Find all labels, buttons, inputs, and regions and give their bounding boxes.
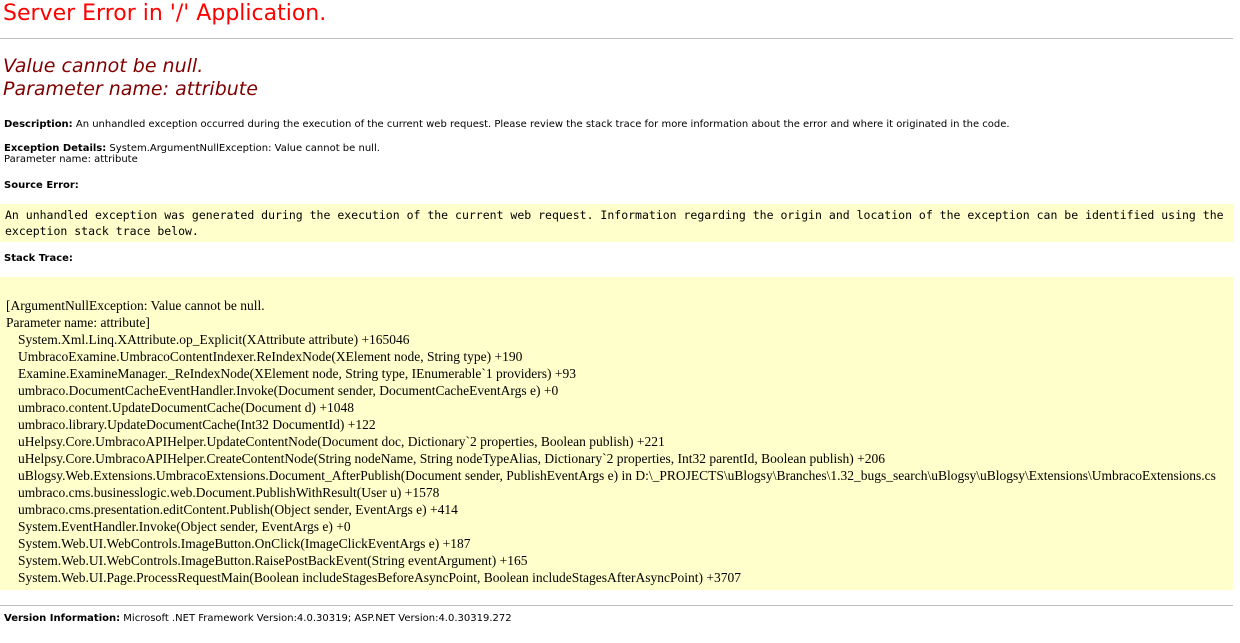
version-information-label: Version Information:	[4, 613, 121, 624]
stack-frame: umbraco.library.UpdateDocumentCache(Int3…	[18, 417, 376, 432]
version-divider	[0, 605, 1233, 606]
stack-frame: System.Web.UI.Page.ProcessRequestMain(Bo…	[18, 570, 742, 585]
error-message: Value cannot be null. Parameter name: at…	[3, 55, 258, 101]
exception-details-parameter: Parameter name: attribute	[4, 154, 138, 165]
stack-frame: System.Xml.Linq.XAttribute.op_Explicit(X…	[18, 332, 410, 347]
description-label: Description:	[4, 119, 73, 130]
stack-frame: uHelpsy.Core.UmbracoAPIHelper.CreateCont…	[18, 451, 885, 466]
exception-details-section: Exception Details: System.ArgumentNullEx…	[4, 143, 380, 165]
stack-trace-label: Stack Trace:	[4, 253, 73, 264]
stack-frame: umbraco.content.UpdateDocumentCache(Docu…	[18, 400, 355, 415]
stack-trace-section: Stack Trace:	[4, 253, 73, 264]
title-divider	[0, 38, 1233, 39]
version-information-text: Microsoft .NET Framework Version:4.0.303…	[120, 613, 512, 624]
error-message-line-2: Parameter name: attribute	[3, 78, 258, 100]
description-section: Description: An unhandled exception occu…	[4, 119, 1010, 130]
stack-frame: Examine.ExamineManager._ReIndexNode(XEle…	[18, 366, 576, 381]
stack-frame: System.Web.UI.WebControls.ImageButton.Ra…	[18, 553, 528, 568]
description-text: An unhandled exception occurred during t…	[72, 119, 1010, 130]
source-error-section: Source Error:	[4, 180, 79, 191]
stack-trace-box: [ArgumentNullException: Value cannot be …	[0, 277, 1233, 590]
page-title: Server Error in '/' Application.	[3, 1, 327, 26]
stack-frame: System.EventHandler.Invoke(Object sender…	[18, 519, 351, 534]
stack-trace-header-line: Parameter name: attribute]	[6, 315, 150, 330]
stack-frame: umbraco.DocumentCacheEventHandler.Invoke…	[18, 383, 559, 398]
version-information: Version Information: Microsoft .NET Fram…	[4, 613, 512, 624]
stack-frame: umbraco.cms.businesslogic.web.Document.P…	[18, 485, 440, 500]
exception-details-text: System.ArgumentNullException: Value cann…	[106, 143, 380, 154]
stack-frame: UmbracoExamine.UmbracoContentIndexer.ReI…	[18, 349, 523, 364]
error-message-line-1: Value cannot be null.	[3, 55, 204, 77]
stack-trace-header-line: [ArgumentNullException: Value cannot be …	[6, 298, 265, 313]
stack-frame: uBlogsy.Web.Extensions.UmbracoExtensions…	[18, 468, 1216, 483]
stack-trace-lines: [ArgumentNullException: Value cannot be …	[6, 297, 1216, 586]
stack-frame: System.Web.UI.WebControls.ImageButton.On…	[18, 536, 471, 551]
error-page: Server Error in '/' Application. Value c…	[0, 0, 1240, 643]
source-error-box: An unhandled exception was generated dur…	[0, 204, 1234, 242]
stack-frame: uHelpsy.Core.UmbracoAPIHelper.UpdateCont…	[18, 434, 665, 449]
exception-details-label: Exception Details:	[4, 143, 107, 154]
stack-frame: umbraco.cms.presentation.editContent.Pub…	[18, 502, 458, 517]
source-error-label: Source Error:	[4, 180, 79, 191]
